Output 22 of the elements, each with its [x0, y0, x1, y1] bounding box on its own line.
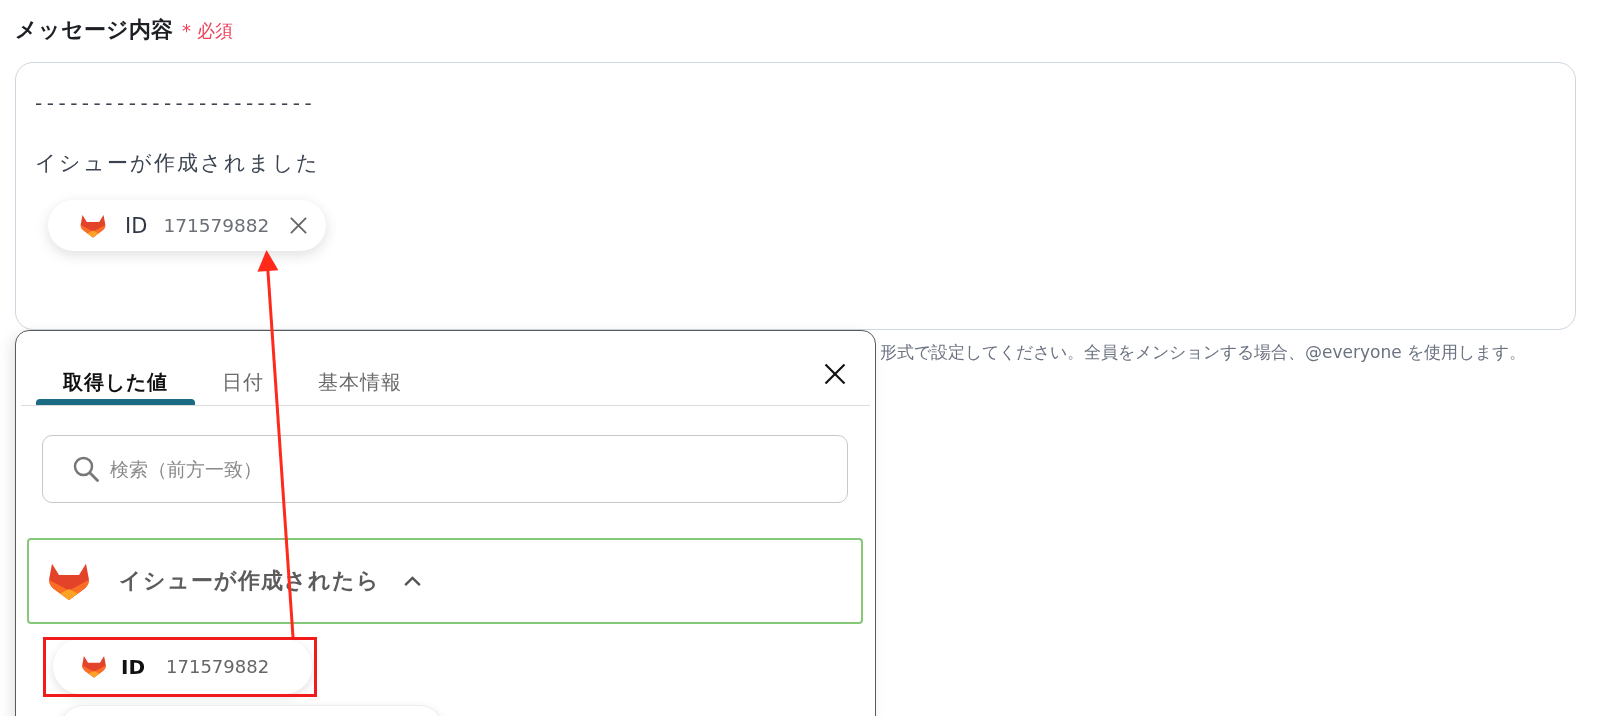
- search-field[interactable]: 検索（前方一致）: [42, 435, 848, 503]
- helper-text: 形式で設定してください。全員をメンションする場合、@everyone を使用します。: [880, 342, 1527, 362]
- chip-value: 171579882: [166, 656, 270, 677]
- search-icon: [73, 456, 99, 482]
- chip-label: ID: [121, 654, 146, 679]
- fox-head-icon: [81, 655, 107, 678]
- message-field[interactable]: ------------------------ イシューが作成されました ID 171579882: [15, 62, 1576, 330]
- tab[interactable]: 基本情報: [291, 331, 429, 405]
- chip-value: 171579882: [163, 215, 270, 236]
- tab[interactable]: 日付: [195, 331, 291, 405]
- field-label: メッセージ内容: [15, 17, 173, 43]
- value-chip[interactable]: ID 171579882: [53, 639, 312, 694]
- remove-icon[interactable]: [289, 216, 309, 235]
- message-line: イシューが作成されました: [35, 150, 320, 177]
- fox-head-icon: [48, 561, 90, 601]
- chevron-icon: [403, 575, 422, 587]
- close-icon[interactable]: [824, 363, 846, 385]
- fox-head-icon: [80, 213, 106, 238]
- tab[interactable]: 取得した値: [36, 331, 195, 405]
- separator-line: ------------------------: [35, 90, 317, 117]
- required-label: * 必須: [182, 19, 233, 43]
- chip-label: ID: [125, 213, 148, 238]
